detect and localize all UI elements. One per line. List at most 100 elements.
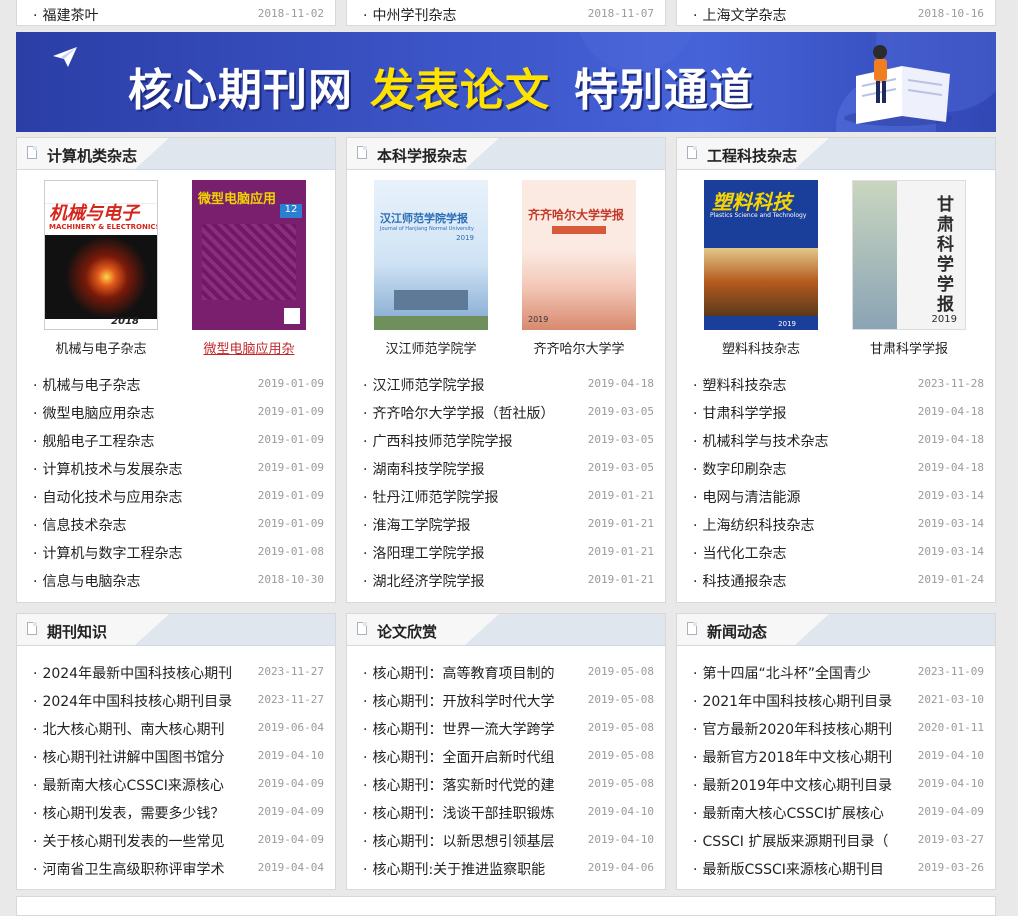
list-item[interactable]: 洛阳理工学院学报 2019-01-21 [347, 537, 665, 565]
list-item[interactable]: 河南省卫生高级职称评审学术 2019-04-04 [17, 853, 335, 881]
cover-caption[interactable]: 甘肃科学学报 [835, 338, 983, 357]
article-link[interactable]: 电网与清洁能源 [693, 487, 800, 507]
article-link[interactable]: 微型电脑应用杂志 [33, 403, 154, 423]
article-link[interactable]: 关于核心期刊发表的一些常见 [33, 831, 224, 851]
list-item[interactable]: 中州学刊杂志 2018-11-07 [347, 0, 665, 25]
list-item[interactable]: 上海文学杂志 2018-10-16 [677, 0, 995, 25]
list-item[interactable]: 信息与电脑杂志 2018-10-30 [17, 565, 335, 593]
list-item[interactable]: 核心期刊：高等教育项目制的 2019-05-08 [347, 657, 665, 685]
article-link[interactable]: 2021年中国科技核心期刊目录 [693, 691, 892, 711]
article-link[interactable]: 核心期刊：全面开启新时代组 [363, 747, 554, 767]
article-link[interactable]: 核心期刊：以新思想引领基层 [363, 831, 554, 851]
list-item[interactable]: 核心期刊：开放科学时代大学 2019-05-08 [347, 685, 665, 713]
article-link[interactable]: 最新南大核心CSSCI扩展核心 [693, 803, 883, 823]
list-item[interactable]: 齐齐哈尔大学学报（哲社版） 2019-03-05 [347, 397, 665, 425]
cover-caption[interactable]: 齐齐哈尔大学学 [505, 338, 653, 357]
list-item[interactable]: 最新2019年中文核心期刊目录 2019-04-10 [677, 769, 995, 797]
list-item[interactable]: 甘肃科学学报 2019-04-18 [677, 397, 995, 425]
list-item[interactable]: 核心期刊：浅谈干部挂职锻炼 2019-04-10 [347, 797, 665, 825]
list-item[interactable]: 核心期刊:关于推进监察职能 2019-04-06 [347, 853, 665, 881]
list-item[interactable]: 湖北经济学院学报 2019-01-21 [347, 565, 665, 593]
list-item[interactable]: 最新版CSSCI来源核心期刊目 2019-03-26 [677, 853, 995, 881]
journal-cover[interactable]: 齐齐哈尔大学学报 2019 [522, 180, 636, 330]
article-link[interactable]: 核心期刊：开放科学时代大学 [363, 691, 554, 711]
article-link[interactable]: 齐齐哈尔大学学报（哲社版） [363, 403, 554, 423]
article-link[interactable]: 上海纺织科技杂志 [693, 515, 814, 535]
article-link[interactable]: 数字印刷杂志 [693, 459, 786, 479]
list-item[interactable]: 科技通报杂志 2019-01-24 [677, 565, 995, 593]
list-item[interactable]: 计算机技术与发展杂志 2019-01-09 [17, 453, 335, 481]
list-item[interactable]: 2024年最新中国科技核心期刊 2023-11-27 [17, 657, 335, 685]
list-item[interactable]: 核心期刊：世界一流大学跨学 2019-05-08 [347, 713, 665, 741]
article-link[interactable]: 2024年中国科技核心期刊目录 [33, 691, 232, 711]
article-link[interactable]: 核心期刊社讲解中国图书馆分 [33, 747, 224, 767]
article-link[interactable]: 洛阳理工学院学报 [363, 543, 484, 563]
list-item[interactable]: 数字印刷杂志 2019-04-18 [677, 453, 995, 481]
list-item[interactable]: 核心期刊社讲解中国图书馆分 2019-04-10 [17, 741, 335, 769]
section-tab[interactable]: 计算机类杂志 [17, 138, 169, 169]
section-tab[interactable]: 期刊知识 [17, 614, 169, 645]
article-link[interactable]: 牡丹江师范学院学报 [363, 487, 498, 507]
article-link[interactable]: 核心期刊:关于推进监察职能 [363, 859, 545, 879]
article-link[interactable]: 科技通报杂志 [693, 571, 786, 591]
journal-cover[interactable]: 机械与电子 MACHINERY & ELECTRONICS 2018 [44, 180, 158, 330]
article-link[interactable]: 计算机技术与发展杂志 [33, 459, 182, 479]
article-link[interactable]: 舰船电子工程杂志 [33, 431, 154, 451]
list-item[interactable]: 最新南大核心CSSCI来源核心 2019-04-09 [17, 769, 335, 797]
list-item[interactable]: 汉江师范学院学报 2019-04-18 [347, 369, 665, 397]
list-item[interactable]: 关于核心期刊发表的一些常见 2019-04-09 [17, 825, 335, 853]
article-link[interactable]: 机械科学与技术杂志 [693, 431, 828, 451]
list-item[interactable]: 核心期刊：以新思想引领基层 2019-04-10 [347, 825, 665, 853]
journal-cover[interactable]: 甘肃科学学报 2019 [852, 180, 966, 330]
article-link[interactable]: 最新南大核心CSSCI来源核心 [33, 775, 223, 795]
section-tab[interactable]: 新闻动态 [677, 614, 829, 645]
list-item[interactable]: 电网与清洁能源 2019-03-14 [677, 481, 995, 509]
article-link[interactable]: 淮海工学院学报 [363, 515, 470, 535]
article-link[interactable]: 机械与电子杂志 [33, 375, 140, 395]
list-item[interactable]: 微型电脑应用杂志 2019-01-09 [17, 397, 335, 425]
article-link[interactable]: 计算机与数字工程杂志 [33, 543, 182, 563]
list-item[interactable]: 计算机与数字工程杂志 2019-01-08 [17, 537, 335, 565]
article-link[interactable]: 核心期刊：浅谈干部挂职锻炼 [363, 803, 554, 823]
article-link[interactable]: 信息与电脑杂志 [33, 571, 140, 591]
list-item[interactable]: 当代化工杂志 2019-03-14 [677, 537, 995, 565]
article-link[interactable]: 北大核心期刊、南大核心期刊 [33, 719, 224, 739]
article-link[interactable]: 最新2019年中文核心期刊目录 [693, 775, 892, 795]
article-link[interactable]: 中州学刊杂志 [363, 5, 456, 25]
article-link[interactable]: 第十四届“北斗杯”全国青少 [693, 663, 871, 683]
list-item[interactable]: 舰船电子工程杂志 2019-01-09 [17, 425, 335, 453]
article-link[interactable]: 湖北经济学院学报 [363, 571, 484, 591]
section-tab[interactable]: 本科学报杂志 [347, 138, 499, 169]
article-link[interactable]: 湖南科技学院学报 [363, 459, 484, 479]
list-item[interactable]: 核心期刊：落实新时代党的建 2019-05-08 [347, 769, 665, 797]
cover-caption[interactable]: 微型电脑应用杂 [175, 338, 323, 357]
article-link[interactable]: 上海文学杂志 [693, 5, 786, 25]
cover-caption[interactable]: 塑料科技杂志 [687, 338, 835, 357]
list-item[interactable]: 广西科技师范学院学报 2019-03-05 [347, 425, 665, 453]
list-item[interactable]: 自动化技术与应用杂志 2019-01-09 [17, 481, 335, 509]
article-link[interactable]: 甘肃科学学报 [693, 403, 786, 423]
list-item[interactable]: 机械与电子杂志 2019-01-09 [17, 369, 335, 397]
list-item[interactable]: 核心期刊发表，需要多少钱？ 2019-04-09 [17, 797, 335, 825]
article-link[interactable]: 核心期刊：高等教育项目制的 [363, 663, 554, 683]
article-link[interactable]: 核心期刊：落实新时代党的建 [363, 775, 554, 795]
section-tab[interactable]: 论文欣赏 [347, 614, 499, 645]
list-item[interactable]: 塑料科技杂志 2023-11-28 [677, 369, 995, 397]
list-item[interactable]: 第十四届“北斗杯”全国青少 2023-11-09 [677, 657, 995, 685]
list-item[interactable]: 湖南科技学院学报 2019-03-05 [347, 453, 665, 481]
list-item[interactable]: CSSCI 扩展版来源期刊目录（ 2019-03-27 [677, 825, 995, 853]
article-link[interactable]: 核心期刊发表，需要多少钱？ [33, 803, 224, 823]
article-link[interactable]: 信息技术杂志 [33, 515, 126, 535]
section-tab[interactable]: 工程科技杂志 [677, 138, 829, 169]
list-item[interactable]: 最新南大核心CSSCI扩展核心 2019-04-09 [677, 797, 995, 825]
list-item[interactable]: 牡丹江师范学院学报 2019-01-21 [347, 481, 665, 509]
cover-caption[interactable]: 汉江师范学院学 [357, 338, 505, 357]
cover-caption[interactable]: 机械与电子杂志 [27, 338, 175, 357]
list-item[interactable]: 2021年中国科技核心期刊目录 2021-03-10 [677, 685, 995, 713]
list-item[interactable]: 信息技术杂志 2019-01-09 [17, 509, 335, 537]
list-item[interactable]: 最新官方2018年中文核心期刊 2019-04-10 [677, 741, 995, 769]
list-item[interactable]: 官方最新2020年科技核心期刊 2020-01-11 [677, 713, 995, 741]
list-item[interactable]: 机械科学与技术杂志 2019-04-18 [677, 425, 995, 453]
list-item[interactable]: 上海纺织科技杂志 2019-03-14 [677, 509, 995, 537]
article-link[interactable]: 最新官方2018年中文核心期刊 [693, 747, 892, 767]
